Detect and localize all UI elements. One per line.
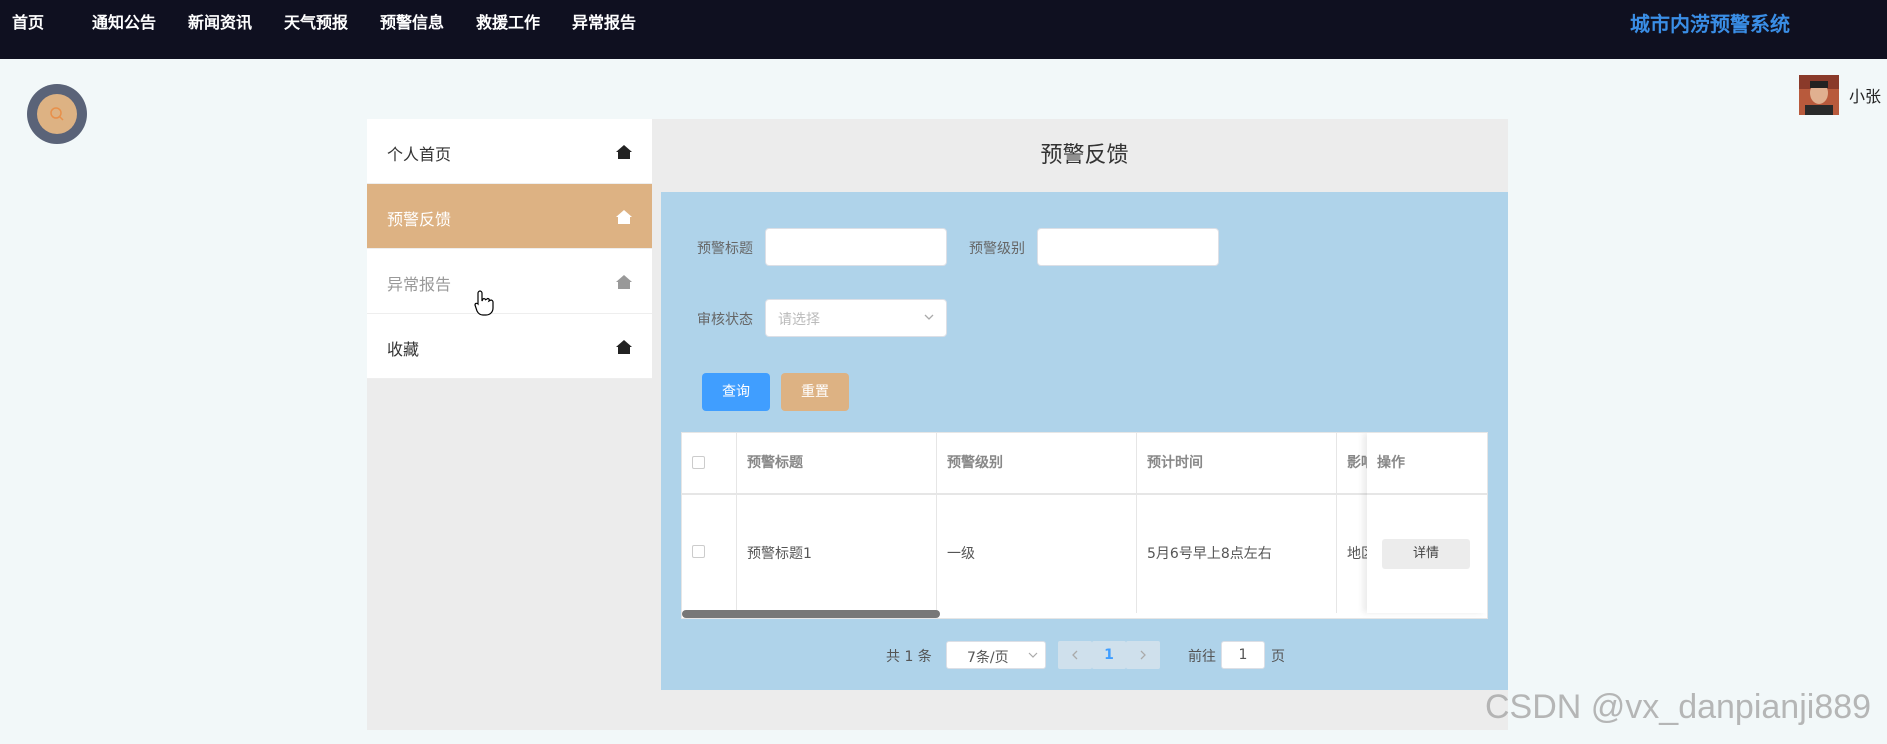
nav-news[interactable]: 新闻资讯 xyxy=(188,9,252,33)
row-select-cell xyxy=(682,495,737,613)
sidebar-item-warning-feedback[interactable]: 预警反馈 xyxy=(367,184,652,249)
header-title: 预警标题 xyxy=(737,433,937,493)
chevron-left-icon xyxy=(1072,650,1078,660)
goto-label: 前往 xyxy=(1188,649,1216,665)
home-icon xyxy=(616,145,632,159)
search-icon xyxy=(50,107,64,121)
reset-button[interactable]: 重置 xyxy=(781,373,849,411)
header-time: 预计时间 xyxy=(1137,433,1337,493)
avatar-image xyxy=(1799,75,1839,115)
search-button[interactable] xyxy=(27,84,87,144)
site-title: 城市内涝预警系统 xyxy=(1630,12,1790,36)
home-icon xyxy=(616,340,632,354)
goto-page-input[interactable]: 1 xyxy=(1221,641,1265,669)
sidebar-item-label: 个人首页 xyxy=(387,145,452,164)
title-filter-label: 预警标题 xyxy=(697,241,753,257)
page-number-1[interactable]: 1 xyxy=(1092,641,1126,669)
cell-time: 5月6号早上8点左右 xyxy=(1137,495,1337,613)
actions-column: 操作 详情 xyxy=(1367,433,1487,613)
sidebar-item-label: 异常报告 xyxy=(387,275,452,294)
next-page-button[interactable] xyxy=(1126,641,1160,669)
actions-header-divider xyxy=(1367,493,1487,495)
main-wrapper: 个人首页 预警反馈 异常报告 收藏 预警反馈 预警标题 预警级别 审核状态 请选… xyxy=(367,119,1508,730)
horizontal-scrollbar[interactable] xyxy=(682,610,940,618)
chevron-down-icon xyxy=(924,314,934,320)
header-level: 预警级别 xyxy=(937,433,1137,493)
cell-level: 一级 xyxy=(937,495,1137,613)
status-filter-label: 审核状态 xyxy=(697,312,753,328)
page-size-select[interactable]: 7条/页 xyxy=(946,641,1046,669)
home-icon xyxy=(616,210,632,224)
level-filter-label: 预警级别 xyxy=(969,241,1025,257)
data-table: 预警标题 预警级别 预计时间 影响 预警标题1 一级 5月6号早上8点左右 地区… xyxy=(681,432,1488,619)
search-icon-wrap xyxy=(37,94,77,134)
filter-and-table-panel: 预警标题 预警级别 审核状态 请选择 查询 重置 预警标题 预警级别 预计时间 … xyxy=(661,192,1508,690)
chevron-down-icon xyxy=(1028,652,1038,658)
select-all-checkbox[interactable] xyxy=(692,456,705,469)
sidebar-item-anomaly-report[interactable]: 异常报告 xyxy=(367,249,652,314)
sidebar-item-label: 预警反馈 xyxy=(387,210,452,229)
chevron-right-icon xyxy=(1140,650,1146,660)
select-all-header xyxy=(682,433,737,493)
title-filter-input[interactable] xyxy=(765,228,947,266)
nav-notices[interactable]: 通知公告 xyxy=(92,9,156,33)
query-button[interactable]: 查询 xyxy=(702,373,770,411)
status-filter-select[interactable]: 请选择 xyxy=(765,299,947,337)
level-filter-input[interactable] xyxy=(1037,228,1219,266)
nav-anomaly-report[interactable]: 异常报告 xyxy=(572,9,636,33)
page-size-value: 7条/页 xyxy=(967,650,1009,666)
pagination-total: 共 1 条 xyxy=(886,649,932,665)
row-checkbox[interactable] xyxy=(692,545,705,558)
nav-rescue[interactable]: 救援工作 xyxy=(476,9,540,33)
nav-home[interactable]: 首页 xyxy=(12,9,44,33)
nav-warnings[interactable]: 预警信息 xyxy=(380,9,444,33)
nav-weather[interactable]: 天气预报 xyxy=(284,9,348,33)
page-title: 预警反馈 xyxy=(661,119,1508,192)
sidebar-item-profile-home[interactable]: 个人首页 xyxy=(367,119,652,184)
header-actions: 操作 xyxy=(1377,455,1405,471)
page-unit-label: 页 xyxy=(1271,649,1285,665)
prev-page-button[interactable] xyxy=(1058,641,1092,669)
sidebar: 个人首页 预警反馈 异常报告 收藏 xyxy=(367,119,652,379)
sidebar-item-favorites[interactable]: 收藏 xyxy=(367,314,652,379)
hand-pointer-icon xyxy=(474,290,494,316)
username[interactable]: 小张 xyxy=(1849,83,1881,107)
content-area: 预警反馈 预警标题 预警级别 审核状态 请选择 查询 重置 预警标题 预警级别 … xyxy=(661,119,1508,690)
sidebar-item-label: 收藏 xyxy=(387,340,420,359)
avatar[interactable] xyxy=(1799,75,1839,115)
top-navbar: 首页 通知公告 新闻资讯 天气预报 预警信息 救援工作 异常报告 城市内涝预警系… xyxy=(0,0,1887,59)
home-icon xyxy=(616,275,632,289)
watermark: CSDN @vx_danpianji889 xyxy=(1485,688,1872,726)
cell-title: 预警标题1 xyxy=(737,495,937,613)
detail-button[interactable]: 详情 xyxy=(1382,539,1470,569)
status-select-placeholder: 请选择 xyxy=(778,312,820,328)
